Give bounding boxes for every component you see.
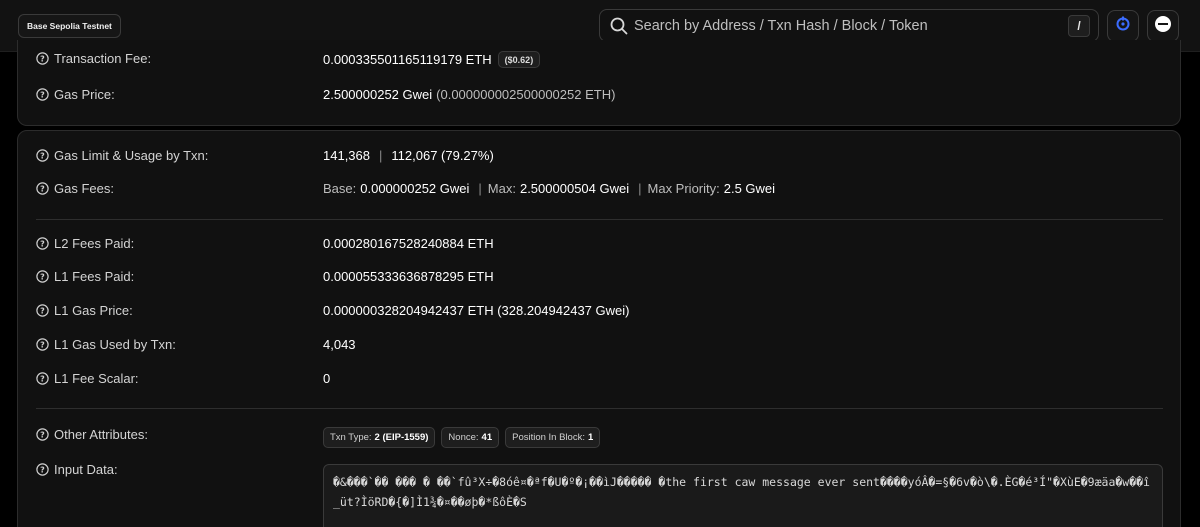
svg-text:?: ? [40,151,45,160]
help-icon[interactable]: ? [36,237,49,250]
other-attributes-label: Other Attributes: [54,427,148,442]
nonce-badge: Nonce: 41 [441,427,500,448]
gas-price-eth-value: (0.000000002500000252 ETH) [436,87,616,102]
gas-price-value: 2.500000252 Gwei [323,87,433,102]
search-input[interactable] [630,10,1068,41]
svg-text:?: ? [40,465,45,474]
gas-fees-base-label: Base: [323,181,357,196]
section-divider [36,408,1163,409]
svg-text:?: ? [40,90,45,99]
gas-limit-usage-label: Gas Limit & Usage by Txn: [54,148,209,163]
svg-text:?: ? [40,272,45,281]
l1-fee-scalar-row: ? L1 Fee Scalar: 0 [36,371,1166,391]
help-icon[interactable]: ? [36,149,49,162]
gas-fees-priority-label: Max Priority: [647,181,720,196]
gas-limit-separator: | [379,148,383,163]
moon-icon [1154,15,1172,38]
input-data-label: Input Data: [54,462,118,477]
svg-text:?: ? [40,340,45,349]
svg-text:?: ? [40,54,45,63]
section-divider [36,219,1163,220]
svg-text:?: ? [40,239,45,248]
help-icon[interactable]: ? [36,52,49,65]
l1-gas-used-value: 4,043 [323,337,356,352]
gas-fees-priority-value: 2.5 Gwei [723,181,776,196]
l1-fee-scalar-value: 0 [323,371,331,386]
gas-price-label: Gas Price: [54,87,115,102]
l1-gas-used-row: ? L1 Gas Used by Txn: 4,043 [36,337,1166,357]
gas-fees-row: ? Gas Fees: Base: 0.000000252 Gwei | Max… [36,181,1166,201]
gas-fees-max-label: Max: [487,181,516,196]
svg-text:?: ? [40,374,45,383]
svg-text:?: ? [40,306,45,315]
transaction-fee-usd-badge: ($0.62) [497,51,541,68]
search-shortcut-key: / [1068,14,1090,37]
theme-toggle-button[interactable] [1147,10,1179,42]
search-box[interactable]: / [599,9,1099,42]
l1-gas-price-row: ? L1 Gas Price: 0.000000328204942437 ETH… [36,303,1166,323]
help-icon[interactable]: ? [36,372,49,385]
l1-gas-price-value: 0.000000328204942437 ETH (328.204942437 … [323,303,630,318]
l1-gas-price-label: L1 Gas Price: [54,303,133,318]
l1-fees-paid-label: L1 Fees Paid: [54,269,135,284]
l2-fees-paid-row: ? L2 Fees Paid: 0.000280167528240884 ETH [36,236,1166,256]
input-data-textarea[interactable]: �&���`�� ��� � ��`fû³X÷�8óê¤�ªf�U�º�¡��ì… [323,464,1163,527]
svg-text:?: ? [40,184,45,193]
l1-fees-paid-value: 0.000055333636878295 ETH [323,269,494,284]
gas-fees-separator: | [478,181,482,196]
chain-switch-button[interactable] [1107,10,1139,42]
help-icon[interactable]: ? [36,428,49,441]
other-attributes-row: ? Other Attributes: Txn Type: 2 (EIP-1559… [36,427,1166,448]
help-icon[interactable]: ? [36,270,49,283]
l2-fees-paid-value: 0.000280167528240884 ETH [323,236,494,251]
help-icon[interactable]: ? [36,463,49,476]
gas-fees-max-value: 2.500000504 Gwei [519,181,630,196]
l1-fee-scalar-label: L1 Fee Scalar: [54,371,139,386]
gas-usage-value: 112,067 (79.27%) [391,148,494,163]
l2-fees-paid-label: L2 Fees Paid: [54,236,135,251]
network-badge[interactable]: Base Sepolia Testnet [18,14,121,38]
transaction-fee-label: Transaction Fee: [54,51,152,66]
gas-fees-label: Gas Fees: [54,181,114,196]
gas-fees-separator: | [638,181,642,196]
help-icon[interactable]: ? [36,88,49,101]
l1-fees-paid-row: ? L1 Fees Paid: 0.000055333636878295 ETH [36,269,1166,289]
gas-limit-usage-row: ? Gas Limit & Usage by Txn: 141,368 | 11… [36,148,1166,168]
base-chain-icon [1115,16,1131,37]
help-icon[interactable]: ? [36,182,49,195]
gas-limit-value: 141,368 [323,148,370,163]
gas-price-row: ? Gas Price: 2.500000252 Gwei (0.0000000… [36,87,1166,107]
transaction-fee-row: ? Transaction Fee: 0.000335501165119179 … [36,51,1166,71]
l1-gas-used-label: L1 Gas Used by Txn: [54,337,176,352]
svg-text:?: ? [40,430,45,439]
txn-type-badge: Txn Type: 2 (EIP-1559) [323,427,436,448]
transaction-fee-value: 0.000335501165119179 ETH [323,52,492,67]
help-icon[interactable]: ? [36,304,49,317]
gas-fees-base-value: 0.000000252 Gwei [360,181,470,196]
position-in-block-badge: Position In Block: 1 [505,427,601,448]
help-icon[interactable]: ? [36,338,49,351]
search-icon [608,15,630,37]
